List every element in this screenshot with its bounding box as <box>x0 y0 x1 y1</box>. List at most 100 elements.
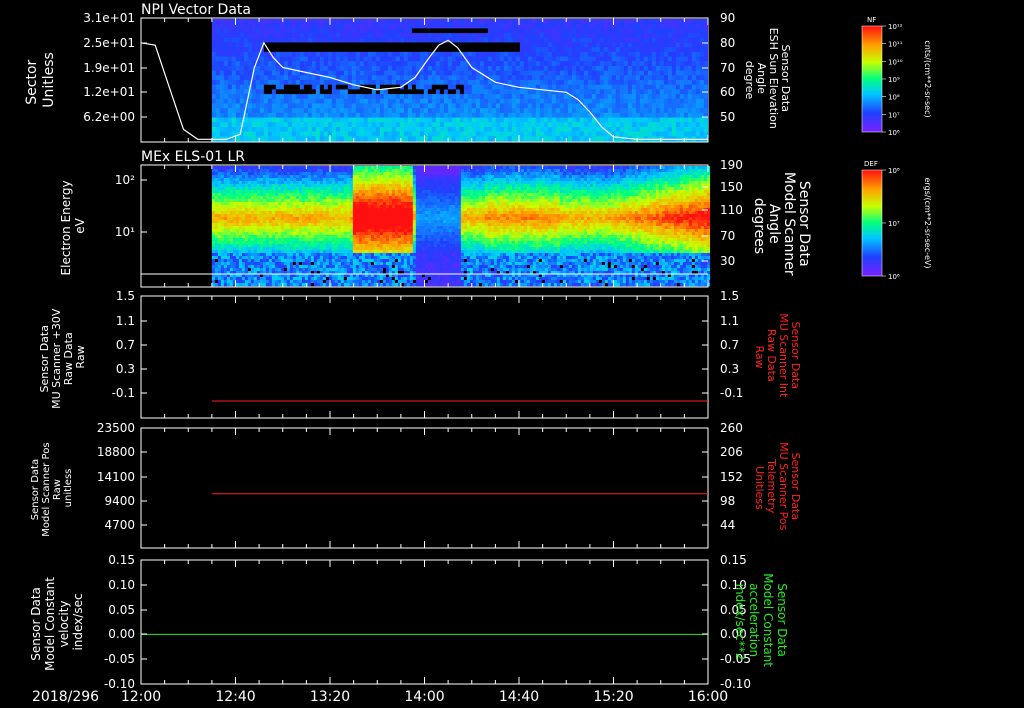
heatmap-cell <box>611 94 617 100</box>
heatmap-cell <box>403 19 409 25</box>
heatmap-cell <box>319 205 324 209</box>
heatmap-cell <box>211 244 216 248</box>
heatmap-cell <box>313 193 318 197</box>
heatmap-cell <box>243 28 249 34</box>
heatmap-cell <box>280 193 285 197</box>
heatmap-cell <box>299 19 305 25</box>
heatmap-cell <box>244 220 249 224</box>
heatmap-cell <box>687 126 693 133</box>
heatmap-cell <box>631 51 637 57</box>
heatmap-cell <box>499 23 505 29</box>
heatmap-cell <box>223 232 228 236</box>
heatmap-cell <box>325 196 330 200</box>
heatmap-cell <box>615 80 621 86</box>
heatmap-cell <box>599 23 605 29</box>
heatmap-cell <box>277 196 282 200</box>
heatmap-cell <box>539 108 545 114</box>
heatmap-cell <box>603 112 609 118</box>
heatmap-cell <box>515 98 521 104</box>
heatmap-cell <box>383 42 389 48</box>
heatmap-cell <box>229 265 234 269</box>
heatmap-cell <box>431 126 437 133</box>
heatmap-cell <box>315 126 321 133</box>
heatmap-cell <box>411 131 417 137</box>
heatmap-cell <box>295 280 300 284</box>
heatmap-cell <box>298 283 303 287</box>
heatmap-cell <box>491 131 497 137</box>
heatmap-cell <box>499 131 505 137</box>
heatmap-cell <box>395 75 401 81</box>
heatmap-cell <box>511 61 517 67</box>
heatmap-cell <box>483 33 489 39</box>
heatmap-cell <box>579 108 585 114</box>
heatmap-cell <box>543 98 549 104</box>
heatmap-cell <box>699 98 705 104</box>
heatmap-cell <box>355 19 361 25</box>
heatmap-cell <box>215 42 221 48</box>
heatmap-cell <box>411 19 417 25</box>
heatmap-cell <box>217 211 222 215</box>
heatmap-cell <box>226 211 231 215</box>
heatmap-cell <box>291 108 297 114</box>
heatmap-cell <box>319 199 324 203</box>
heatmap-cell <box>263 75 269 81</box>
heatmap-cell <box>211 226 216 230</box>
heatmap-cell <box>467 84 473 90</box>
heatmap-cell <box>295 223 300 227</box>
heatmap-cell <box>519 51 525 57</box>
heatmap-cell <box>287 19 293 25</box>
heatmap-cell <box>499 28 505 34</box>
heatmap-cell <box>419 56 425 62</box>
heatmap-cell <box>667 19 673 25</box>
heatmap-cell <box>559 61 565 67</box>
heatmap-cell <box>511 33 517 39</box>
heatmap-cell <box>214 205 219 209</box>
heatmap-cell <box>307 89 313 95</box>
heatmap-cell <box>403 103 409 109</box>
heatmap-cell <box>587 117 593 123</box>
heatmap-cell <box>599 108 605 114</box>
heatmap-cell <box>259 103 265 109</box>
heatmap-cell <box>451 56 457 62</box>
heatmap-cell <box>215 61 221 67</box>
heatmap-cell <box>292 208 297 212</box>
heatmap-cell <box>551 33 557 39</box>
heatmap-cell <box>267 19 273 25</box>
heatmap-cell <box>277 241 282 245</box>
heatmap-cell <box>289 226 294 230</box>
heatmap-cell <box>359 108 365 114</box>
heatmap-cell <box>611 56 617 62</box>
heatmap-cell <box>607 51 613 57</box>
heatmap-cell <box>256 238 261 242</box>
heatmap-cell <box>235 214 240 218</box>
heatmap-cell <box>319 232 324 236</box>
heatmap-cell <box>259 94 265 100</box>
heatmap-cell <box>503 42 509 48</box>
heatmap-cell <box>391 98 397 104</box>
heatmap-cell <box>375 28 381 34</box>
heatmap-cell <box>583 47 589 53</box>
heatmap-cell <box>571 122 577 128</box>
heatmap-cell <box>211 250 216 254</box>
heatmap-cell <box>268 256 273 260</box>
heatmap-cell <box>559 84 565 90</box>
heatmap-cell <box>663 122 669 128</box>
heatmap-cell <box>259 117 265 123</box>
heatmap-cell <box>265 232 270 236</box>
heatmap-cell <box>227 108 233 114</box>
heatmap-cell <box>328 190 333 194</box>
heatmap-cell <box>687 33 693 39</box>
heatmap-cell <box>259 172 264 176</box>
heatmap-cell <box>343 23 349 29</box>
heatmap-cell <box>241 229 246 233</box>
heatmap-cell <box>295 75 301 81</box>
heatmap-cell <box>253 214 258 218</box>
heatmap-cell <box>268 235 273 239</box>
heatmap-cell <box>325 250 330 254</box>
heatmap-cell <box>316 241 321 245</box>
heatmap-cell <box>599 75 605 81</box>
heatmap-cell <box>217 250 222 254</box>
heatmap-cell <box>443 117 449 123</box>
tick-label: 1.9e+01 <box>83 61 135 75</box>
heatmap-cell <box>310 265 315 269</box>
